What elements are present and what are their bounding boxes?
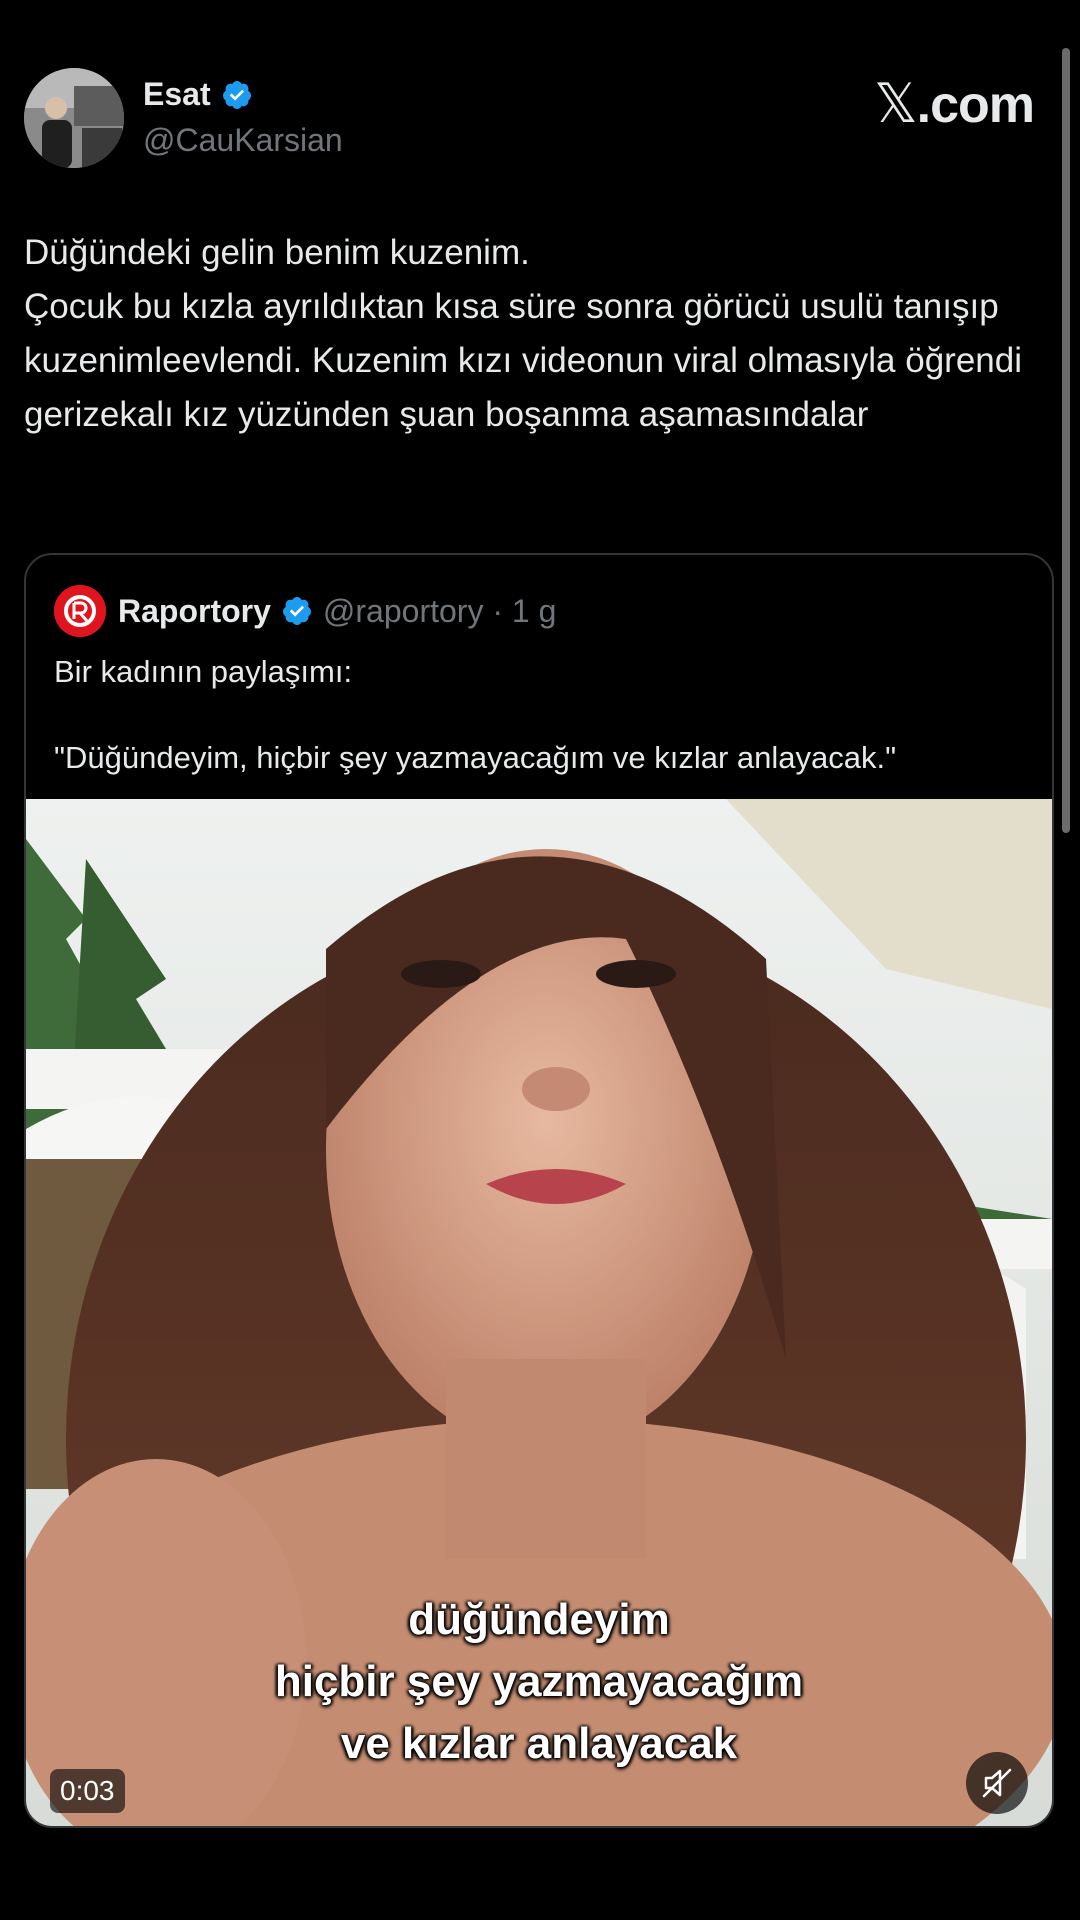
author-name[interactable]: Esat — [143, 76, 211, 113]
author-handle[interactable]: @CauKarsian — [143, 122, 343, 159]
quoted-tweet-header: Raportory @raportory · 1 g — [54, 585, 556, 637]
verified-badge-icon — [282, 597, 311, 625]
x-logo-icon: 𝕏 — [874, 72, 918, 135]
video-caption: düğündeyim hiçbir şey yazmayacağım ve kı… — [274, 1595, 804, 1768]
video-player[interactable]: düğündeyim hiçbir şey yazmayacağım ve kı… — [26, 799, 1052, 1826]
avatar[interactable] — [24, 68, 124, 168]
quoted-tweet[interactable]: Raportory @raportory · 1 g Bir kadının p… — [24, 553, 1054, 1828]
tweet-text: Düğündeki gelin benim kuzenim. Çocuk bu … — [24, 233, 1022, 434]
brand-domain: .com — [916, 76, 1035, 134]
video-timestamp: 0:03 — [50, 1769, 125, 1813]
author-name-row: Esat — [143, 76, 253, 113]
scrollbar[interactable] — [1062, 48, 1070, 833]
x-com-logo: 𝕏.com — [874, 72, 1035, 135]
quoted-author-name[interactable]: Raportory — [118, 593, 271, 630]
mute-button[interactable] — [966, 1752, 1028, 1814]
quoted-text-line2: "Düğündeyim, hiçbir şey yazmayacağım ve … — [54, 740, 897, 775]
verified-badge-icon — [222, 80, 251, 109]
tweet-header: Esat @CauKarsian 𝕏.com — [24, 68, 1035, 172]
raportory-avatar[interactable] — [54, 585, 106, 637]
quoted-author-handle[interactable]: @raportory · 1 g — [323, 593, 556, 630]
speaker-muted-icon — [982, 1768, 1012, 1798]
quoted-text-line1: Bir kadının paylaşımı: — [54, 654, 353, 689]
